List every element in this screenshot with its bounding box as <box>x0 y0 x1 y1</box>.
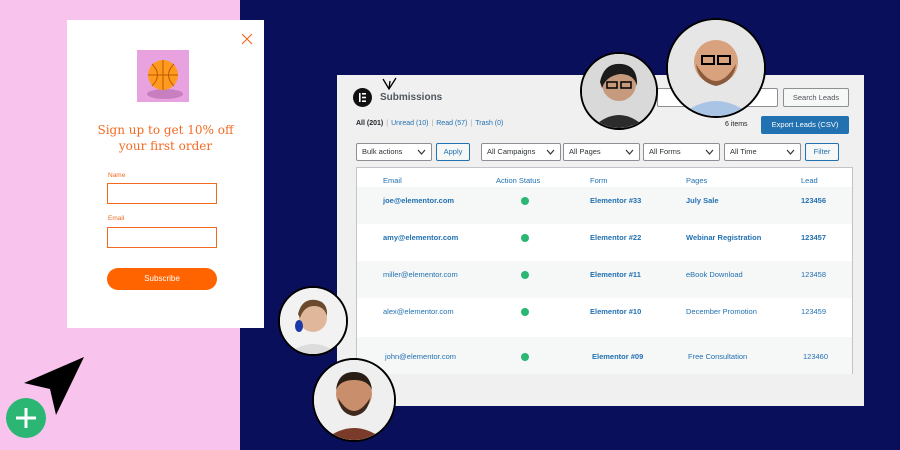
row-email[interactable]: miller@elementor.com <box>383 270 458 279</box>
person-photo-icon <box>314 360 394 440</box>
table-row[interactable]: alex@elementor.com Elementor #10 Decembe… <box>357 298 852 335</box>
sparkle-icon <box>382 77 397 91</box>
column-header-email[interactable]: Email <box>383 176 402 185</box>
status-filter-tabs: All (201) | Unread (10) | Read (57) | Trash (0… <box>356 120 503 127</box>
items-count: 6 items <box>725 121 748 128</box>
email-label: Email <box>108 215 125 222</box>
row-form[interactable]: Elementor #10 <box>590 307 641 316</box>
forms-value: All Forms <box>649 147 681 156</box>
bulk-actions-select[interactable]: Bulk actions <box>356 143 432 161</box>
row-lead[interactable]: 123458 <box>801 270 826 279</box>
avatar <box>580 52 658 130</box>
tab-unread[interactable]: Unread (10) <box>391 120 428 127</box>
bulk-actions-value: Bulk actions <box>362 147 403 156</box>
column-header-lead[interactable]: Lead <box>801 176 818 185</box>
export-leads-button[interactable]: Export Leads (CSV) <box>761 116 849 134</box>
search-leads-button[interactable]: Search Leads <box>783 88 849 107</box>
row-email[interactable]: alex@elementor.com <box>383 307 454 316</box>
campaigns-value: All Campaigns <box>487 147 536 156</box>
row-page[interactable]: December Promotion <box>686 307 757 316</box>
plus-icon <box>16 408 36 428</box>
chevron-down-icon <box>786 149 795 155</box>
email-input[interactable] <box>107 227 217 248</box>
row-form[interactable]: Elementor #33 <box>590 196 641 205</box>
name-label: Name <box>108 172 126 179</box>
campaigns-select[interactable]: All Campaigns <box>481 143 561 161</box>
avatar <box>666 18 766 118</box>
chevron-down-icon <box>546 149 555 155</box>
table-row[interactable]: amy@elementor.com Elementor #22 Webinar … <box>357 224 852 261</box>
person-photo-icon <box>582 54 656 128</box>
forms-select[interactable]: All Forms <box>643 143 720 161</box>
avatar <box>312 358 396 442</box>
tab-trash[interactable]: Trash (0) <box>475 120 503 127</box>
row-email[interactable]: joe@elementor.com <box>383 196 454 205</box>
check-icon <box>521 353 529 361</box>
popup-title: Sign up to get 10% off your first order <box>97 123 234 153</box>
page-title: Submissions <box>380 92 443 103</box>
column-header-form[interactable]: Form <box>590 176 608 185</box>
time-value: All Time <box>730 147 757 156</box>
person-photo-icon <box>280 288 346 354</box>
filter-button[interactable]: Filter <box>805 143 839 161</box>
row-form[interactable]: Elementor #09 <box>592 352 643 361</box>
check-icon <box>521 234 529 242</box>
row-form[interactable]: Elementor #22 <box>590 233 641 242</box>
basketball-image <box>137 50 189 102</box>
close-icon[interactable] <box>240 32 254 46</box>
leads-table: Email Action Status Form Pages Lead joe@… <box>356 167 853 374</box>
row-page[interactable]: Webinar Registration <box>686 233 761 242</box>
chevron-down-icon <box>705 149 714 155</box>
avatar <box>278 286 348 356</box>
column-header-pages[interactable]: Pages <box>686 176 707 185</box>
tab-all[interactable]: All (201) <box>356 120 383 127</box>
row-form[interactable]: Elementor #11 <box>590 270 641 279</box>
basketball-icon <box>137 50 189 102</box>
row-lead[interactable]: 123456 <box>801 196 826 205</box>
pages-value: All Pages <box>569 147 601 156</box>
table-row[interactable]: john@elementor.com Elementor #09 Free Co… <box>357 337 852 374</box>
tab-separator: | <box>386 120 389 127</box>
subscribe-button[interactable]: Subscribe <box>107 268 217 290</box>
apply-button[interactable]: Apply <box>436 143 470 161</box>
row-page[interactable]: Free Consultation <box>688 352 747 361</box>
check-icon <box>521 308 529 316</box>
signup-popup: Sign up to get 10% off your first order … <box>67 20 264 328</box>
check-icon <box>521 271 529 279</box>
row-lead[interactable]: 123457 <box>801 233 826 242</box>
column-header-action-status[interactable]: Action Status <box>496 176 540 185</box>
elementor-logo-icon <box>353 88 372 107</box>
add-button[interactable] <box>6 398 46 438</box>
person-photo-icon <box>668 20 764 116</box>
pages-select[interactable]: All Pages <box>563 143 640 161</box>
row-lead[interactable]: 123459 <box>801 307 826 316</box>
row-page[interactable]: July Sale <box>686 196 719 205</box>
name-input[interactable] <box>107 183 217 204</box>
row-lead[interactable]: 123460 <box>803 352 828 361</box>
chevron-down-icon <box>417 149 426 155</box>
table-row[interactable]: joe@elementor.com Elementor #33 July Sal… <box>357 187 852 224</box>
table-row[interactable]: miller@elementor.com Elementor #11 eBook… <box>357 261 852 298</box>
row-page[interactable]: eBook Download <box>686 270 743 279</box>
check-icon <box>521 197 529 205</box>
row-email[interactable]: amy@elementor.com <box>383 233 458 242</box>
chevron-down-icon <box>625 149 634 155</box>
time-select[interactable]: All Time <box>724 143 801 161</box>
tab-read[interactable]: Read (57) <box>436 120 467 127</box>
row-email[interactable]: john@elementor.com <box>385 352 456 361</box>
